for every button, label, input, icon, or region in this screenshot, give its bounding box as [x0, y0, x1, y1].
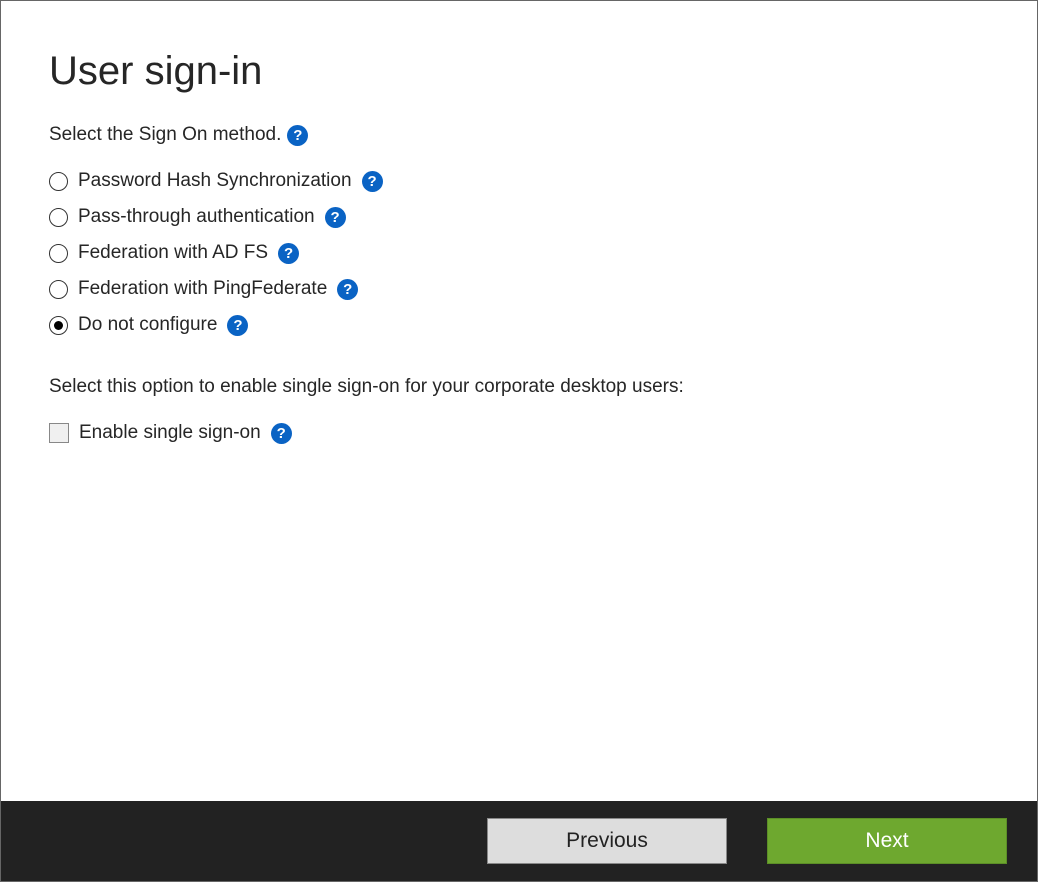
- radio-pass-through-auth[interactable]: Pass-through authentication ?: [49, 206, 989, 228]
- radio-federation-pingfederate[interactable]: Federation with PingFederate ?: [49, 278, 989, 300]
- help-icon[interactable]: ?: [362, 171, 383, 192]
- radio-button-icon: [49, 208, 68, 227]
- help-icon[interactable]: ?: [287, 125, 308, 146]
- sso-section-label: Select this option to enable single sign…: [49, 376, 989, 398]
- content-area: User sign-in Select the Sign On method. …: [1, 1, 1037, 801]
- radio-label: Pass-through authentication: [78, 206, 315, 228]
- previous-button[interactable]: Previous: [487, 818, 727, 864]
- wizard-window: User sign-in Select the Sign On method. …: [0, 0, 1038, 882]
- checkbox-box-icon: [49, 423, 69, 443]
- help-icon[interactable]: ?: [278, 243, 299, 264]
- radio-label: Federation with AD FS: [78, 242, 268, 264]
- radio-label: Federation with PingFederate: [78, 278, 327, 300]
- radio-button-icon: [49, 172, 68, 191]
- radio-password-hash-sync[interactable]: Password Hash Synchronization ?: [49, 170, 989, 192]
- help-icon[interactable]: ?: [337, 279, 358, 300]
- help-icon[interactable]: ?: [227, 315, 248, 336]
- next-button[interactable]: Next: [767, 818, 1007, 864]
- checkbox-label: Enable single sign-on: [79, 422, 261, 444]
- radio-button-icon: [49, 244, 68, 263]
- intro-row: Select the Sign On method. ?: [49, 124, 989, 146]
- radio-federation-adfs[interactable]: Federation with AD FS ?: [49, 242, 989, 264]
- radio-label: Do not configure: [78, 314, 217, 336]
- intro-text: Select the Sign On method.: [49, 124, 281, 146]
- help-icon[interactable]: ?: [271, 423, 292, 444]
- radio-do-not-configure[interactable]: Do not configure ?: [49, 314, 989, 336]
- radio-button-icon: [49, 316, 68, 335]
- radio-label: Password Hash Synchronization: [78, 170, 352, 192]
- page-title: User sign-in: [49, 49, 989, 94]
- radio-button-icon: [49, 280, 68, 299]
- checkbox-enable-sso[interactable]: Enable single sign-on ?: [49, 422, 989, 444]
- sign-on-options: Password Hash Synchronization ? Pass-thr…: [49, 170, 989, 336]
- footer-bar: Previous Next: [1, 801, 1037, 881]
- help-icon[interactable]: ?: [325, 207, 346, 228]
